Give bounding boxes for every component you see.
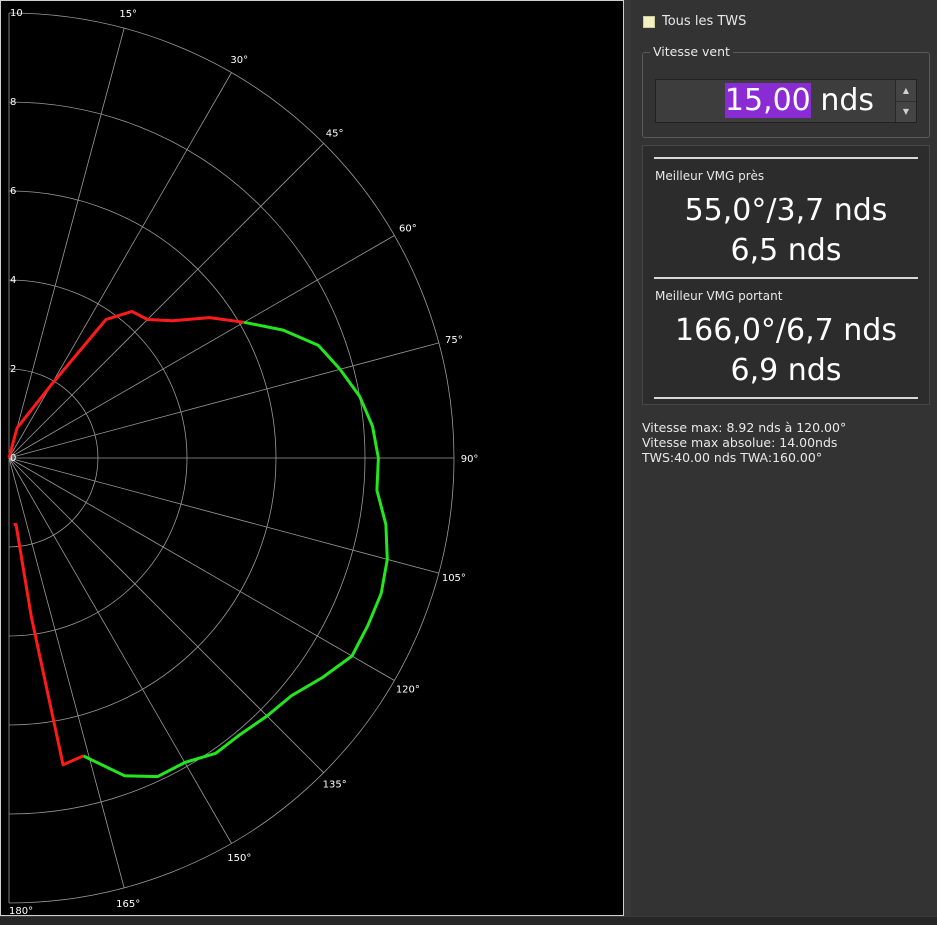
radial-tick-label: 2 xyxy=(10,364,16,375)
angle-tick-label: 60° xyxy=(399,224,417,235)
divider xyxy=(654,277,918,279)
all-tws-checkbox-row[interactable]: Tous les TWS xyxy=(643,14,746,29)
upwind-vmg-angle-speed: 55,0°/3,7 nds xyxy=(684,193,888,228)
wind-speed-group: Vitesse vent 15,00 nds ▲ ▼ xyxy=(642,44,930,138)
upwind-vmg-title: Meilleur VMG près xyxy=(655,169,765,183)
spin-down-arrow-icon[interactable]: ▼ xyxy=(896,101,916,122)
polar-series-line-2 xyxy=(13,522,84,767)
radial-tick-label: 6 xyxy=(10,186,16,197)
angle-tick-label: 180° xyxy=(9,906,33,915)
angle-tick-label: 90° xyxy=(461,454,479,465)
angle-grid-spoke xyxy=(8,72,232,459)
spin-arrows: ▲ ▼ xyxy=(895,80,916,122)
wind-speed-value-display[interactable]: 15,00 nds xyxy=(724,83,874,118)
divider xyxy=(654,397,918,399)
angle-tick-label: 135° xyxy=(323,780,347,791)
abs-max-speed-text: Vitesse max absolue: 14.00nds xyxy=(642,435,838,450)
angle-grid-spoke xyxy=(8,235,395,459)
angle-tick-label: 30° xyxy=(230,55,248,66)
upwind-vmg-value: 6,5 nds xyxy=(730,233,842,268)
radial-tick-label: 10 xyxy=(10,8,23,19)
angle-tick-label: 45° xyxy=(326,128,344,139)
polar-plot-frame[interactable]: 0 2 4 6 8 10 15° 30° 45° 60° 75° 90° 105° 120° 135° 150… xyxy=(0,0,624,916)
max-speed-text: Vitesse max: 8.92 nds à 120.00° xyxy=(642,420,847,435)
angle-grid-spoke xyxy=(8,28,125,459)
all-tws-checkbox[interactable] xyxy=(643,15,655,28)
polar-series-line-1 xyxy=(82,320,389,779)
angle-tick-label: 150° xyxy=(227,853,251,864)
panel-splitter[interactable] xyxy=(624,0,631,916)
angle-grid-spoke xyxy=(8,457,439,574)
angle-tick-label: 105° xyxy=(442,573,466,584)
status-bar xyxy=(0,916,937,925)
spin-up-arrow-icon[interactable]: ▲ xyxy=(896,80,916,102)
downwind-vmg-value: 6,9 nds xyxy=(730,353,842,388)
angle-grid-spoke xyxy=(8,457,232,844)
angle-tick-label: 165° xyxy=(116,899,140,910)
speed-info-block: Vitesse max: 8.92 nds à 120.00° Vitesse … xyxy=(642,420,846,465)
downwind-vmg-angle-speed: 166,0°/6,7 nds xyxy=(675,313,897,348)
polar-series-line-0 xyxy=(7,309,245,459)
radial-tick-label: 8 xyxy=(10,97,16,108)
angle-grid-spoke xyxy=(8,457,395,681)
polar-chart[interactable]: 0 2 4 6 8 10 15° 30° 45° 60° 75° 90° 105° 120° 135° 150… xyxy=(1,1,623,915)
tws-twa-text: TWS:40.00 nds TWA:160.00° xyxy=(642,450,823,465)
all-tws-label: Tous les TWS xyxy=(662,14,747,29)
wind-speed-value[interactable]: 15,00 xyxy=(724,83,811,118)
angle-tick-label: 120° xyxy=(396,684,420,695)
wind-speed-spinbox[interactable]: 15,00 nds ▲ ▼ xyxy=(655,79,917,123)
downwind-vmg-title: Meilleur VMG portant xyxy=(655,289,783,303)
sidebar-panel: Tous les TWS Vitesse vent 15,00 nds ▲ ▼ … xyxy=(631,0,937,916)
angle-tick-label: 15° xyxy=(119,9,137,20)
radial-tick-label: 0 xyxy=(10,453,16,464)
wind-speed-group-title: Vitesse vent xyxy=(650,44,733,59)
radial-tick-label: 4 xyxy=(10,275,16,286)
wind-speed-unit: nds xyxy=(820,83,874,118)
angle-grid-spoke xyxy=(8,143,324,459)
vmg-panel: Meilleur VMG près 55,0°/3,7 nds 6,5 nds … xyxy=(642,145,930,405)
angle-tick-label: 75° xyxy=(445,335,463,346)
angle-grid-spoke xyxy=(8,457,125,888)
angle-grid-spoke xyxy=(8,457,324,773)
divider xyxy=(654,157,918,159)
